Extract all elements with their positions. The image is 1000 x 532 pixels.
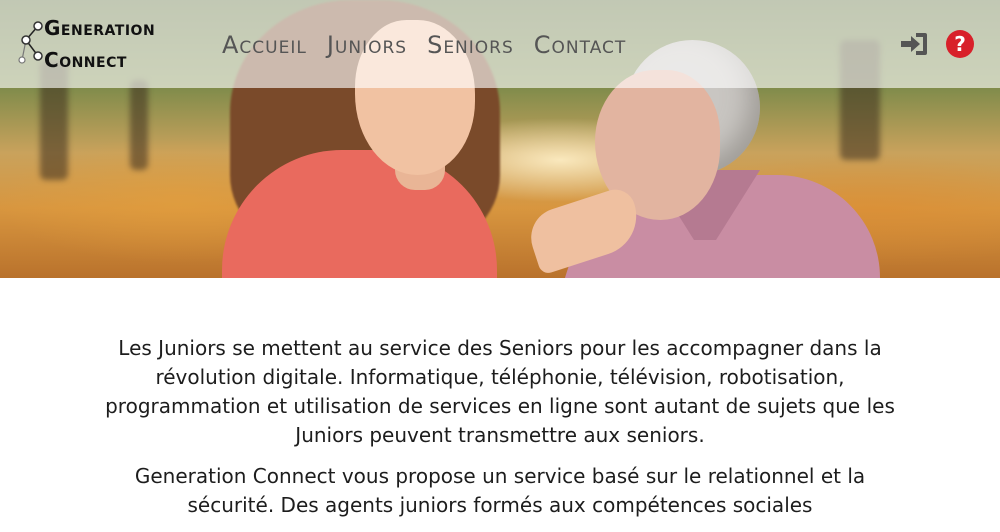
intro-text: Les Juniors se mettent au service des Se… [100, 334, 900, 532]
background-tree [130, 80, 148, 170]
brand-logo[interactable]: GENERATION CONNECT [18, 14, 168, 74]
brand-name-line1: GENERATION [44, 16, 156, 40]
main-nav: Accueil Juniors Seniors Contact [222, 30, 626, 60]
help-glyph: ? [954, 32, 966, 56]
intro-paragraph: Generation Connect vous propose un servi… [134, 464, 866, 517]
nav-link-contact[interactable]: Contact [534, 30, 627, 60]
sign-in-icon[interactable] [899, 31, 929, 57]
nav-link-accueil[interactable]: Accueil [222, 30, 307, 60]
brand-name-line2: CONNECT [44, 48, 127, 72]
nav-link-seniors[interactable]: Seniors [427, 30, 514, 60]
network-nodes-icon [18, 21, 43, 64]
question-circle-icon[interactable]: ? [946, 30, 974, 58]
site-header: GENERATION CONNECT Accueil Juniors Senio… [0, 0, 1000, 88]
intro-paragraph: Les Juniors se mettent au service des Se… [105, 336, 895, 447]
nav-link-juniors[interactable]: Juniors [327, 30, 407, 60]
